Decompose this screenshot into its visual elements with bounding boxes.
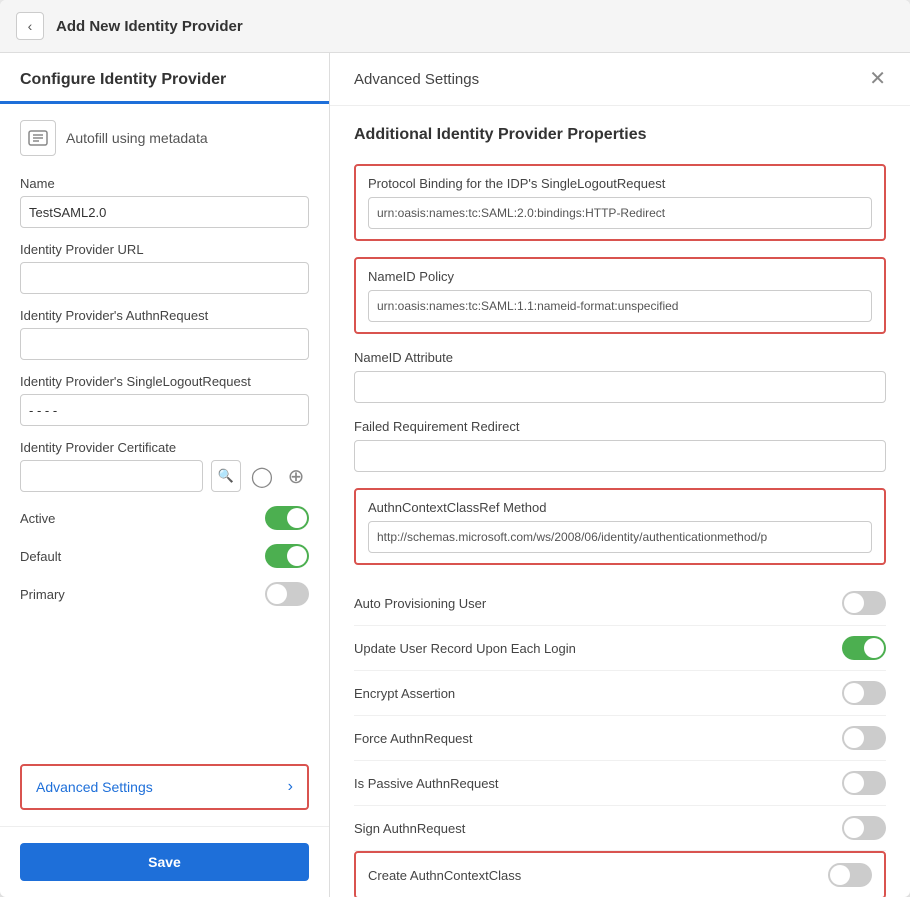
single-logout-label: Identity Provider's SingleLogoutRequest [20,374,309,389]
update-user-toggle-row: Update User Record Upon Each Login [354,626,886,671]
certificate-label: Identity Provider Certificate [20,440,309,455]
create-authn-context-toggle[interactable] [828,863,872,887]
authn-request-label: Identity Provider's AuthnRequest [20,308,309,323]
active-toggle-row: Active [20,506,309,530]
minus-circle-icon: ◯ [251,464,273,489]
name-label: Name [20,176,309,191]
failed-redirect-label: Failed Requirement Redirect [354,419,886,434]
section-title: Additional Identity Provider Properties [354,126,886,144]
nameid-policy-group: NameID Policy [354,257,886,334]
name-input[interactable] [20,196,309,228]
save-button[interactable]: Save [20,843,309,881]
protocol-binding-input[interactable] [368,197,872,229]
update-user-label: Update User Record Upon Each Login [354,641,576,656]
autofill-label: Autofill using metadata [66,130,208,146]
idp-url-input[interactable] [20,262,309,294]
right-panel-title: Advanced Settings [354,71,479,88]
encrypt-assertion-toggle-row: Encrypt Assertion [354,671,886,716]
certificate-field-group: Identity Provider Certificate 🔍 ◯ ⊕ [20,440,309,492]
certificate-remove-button[interactable]: ◯ [249,463,275,489]
advanced-settings-label: Advanced Settings [36,779,153,795]
create-authn-context-toggle-row: Create AuthnContextClass [354,851,886,897]
update-user-toggle[interactable] [842,636,886,660]
single-logout-field-group: Identity Provider's SingleLogoutRequest [20,374,309,426]
right-panel: Advanced Settings ✕ Additional Identity … [330,53,910,897]
plus-circle-icon: ⊕ [288,464,305,489]
auto-provisioning-toggle-row: Auto Provisioning User [354,581,886,626]
primary-toggle[interactable] [265,582,309,606]
is-passive-toggle[interactable] [842,771,886,795]
default-toggle-row: Default [20,544,309,568]
is-passive-toggle-row: Is Passive AuthnRequest [354,761,886,806]
left-panel-title: Configure Identity Provider [20,71,309,101]
sign-authn-label: Sign AuthnRequest [354,821,465,836]
default-label: Default [20,549,61,564]
name-field-group: Name [20,176,309,228]
modal-body: Configure Identity Provider Autofill usi… [0,53,910,897]
certificate-add-button[interactable]: ⊕ [283,463,309,489]
active-label: Active [20,511,55,526]
active-toggle[interactable] [265,506,309,530]
default-toggle[interactable] [265,544,309,568]
primary-toggle-row: Primary [20,582,309,606]
autofill-icon [20,120,56,156]
close-button[interactable]: ✕ [869,69,886,89]
certificate-search-button[interactable]: 🔍 [211,460,241,492]
search-icon: 🔍 [218,468,234,484]
auto-provisioning-toggle[interactable] [842,591,886,615]
authn-request-field-group: Identity Provider's AuthnRequest [20,308,309,360]
certificate-input[interactable] [20,460,203,492]
primary-label: Primary [20,587,65,602]
certificate-row: 🔍 ◯ ⊕ [20,460,309,492]
is-passive-label: Is Passive AuthnRequest [354,776,499,791]
idp-url-label: Identity Provider URL [20,242,309,257]
sign-authn-toggle[interactable] [842,816,886,840]
single-logout-input[interactable] [20,394,309,426]
failed-redirect-input[interactable] [354,440,886,472]
sign-authn-toggle-row: Sign AuthnRequest [354,806,886,851]
force-authn-label: Force AuthnRequest [354,731,473,746]
save-section: Save [0,826,329,897]
advanced-settings-link[interactable]: Advanced Settings › [20,764,309,810]
protocol-binding-label: Protocol Binding for the IDP's SingleLog… [368,176,872,191]
left-panel-header: Configure Identity Provider [0,53,329,104]
authn-context-input[interactable] [368,521,872,553]
right-panel-header: Advanced Settings ✕ [330,53,910,106]
back-icon: ‹ [28,18,33,34]
back-button[interactable]: ‹ [16,12,44,40]
encrypt-assertion-label: Encrypt Assertion [354,686,455,701]
authn-request-input[interactable] [20,328,309,360]
nameid-attribute-group: NameID Attribute [354,350,886,403]
auto-provisioning-label: Auto Provisioning User [354,596,486,611]
idp-url-field-group: Identity Provider URL [20,242,309,294]
chevron-right-icon: › [288,778,293,796]
left-panel: Configure Identity Provider Autofill usi… [0,53,330,897]
nameid-policy-label: NameID Policy [368,269,872,284]
authn-context-label: AuthnContextClassRef Method [368,500,872,515]
authn-context-group: AuthnContextClassRef Method [354,488,886,565]
close-icon: ✕ [869,68,886,90]
right-panel-content: Additional Identity Provider Properties … [330,106,910,897]
force-authn-toggle-row: Force AuthnRequest [354,716,886,761]
create-authn-context-label: Create AuthnContextClass [368,868,521,883]
nameid-attribute-label: NameID Attribute [354,350,886,365]
failed-redirect-group: Failed Requirement Redirect [354,419,886,472]
autofill-row[interactable]: Autofill using metadata [20,120,309,156]
modal-header: ‹ Add New Identity Provider [0,0,910,53]
left-panel-content: Autofill using metadata Name Identity Pr… [0,104,329,756]
protocol-binding-group: Protocol Binding for the IDP's SingleLog… [354,164,886,241]
nameid-policy-input[interactable] [368,290,872,322]
force-authn-toggle[interactable] [842,726,886,750]
encrypt-assertion-toggle[interactable] [842,681,886,705]
modal-title: Add New Identity Provider [56,18,243,35]
nameid-attribute-input[interactable] [354,371,886,403]
modal-container: ‹ Add New Identity Provider Configure Id… [0,0,910,897]
